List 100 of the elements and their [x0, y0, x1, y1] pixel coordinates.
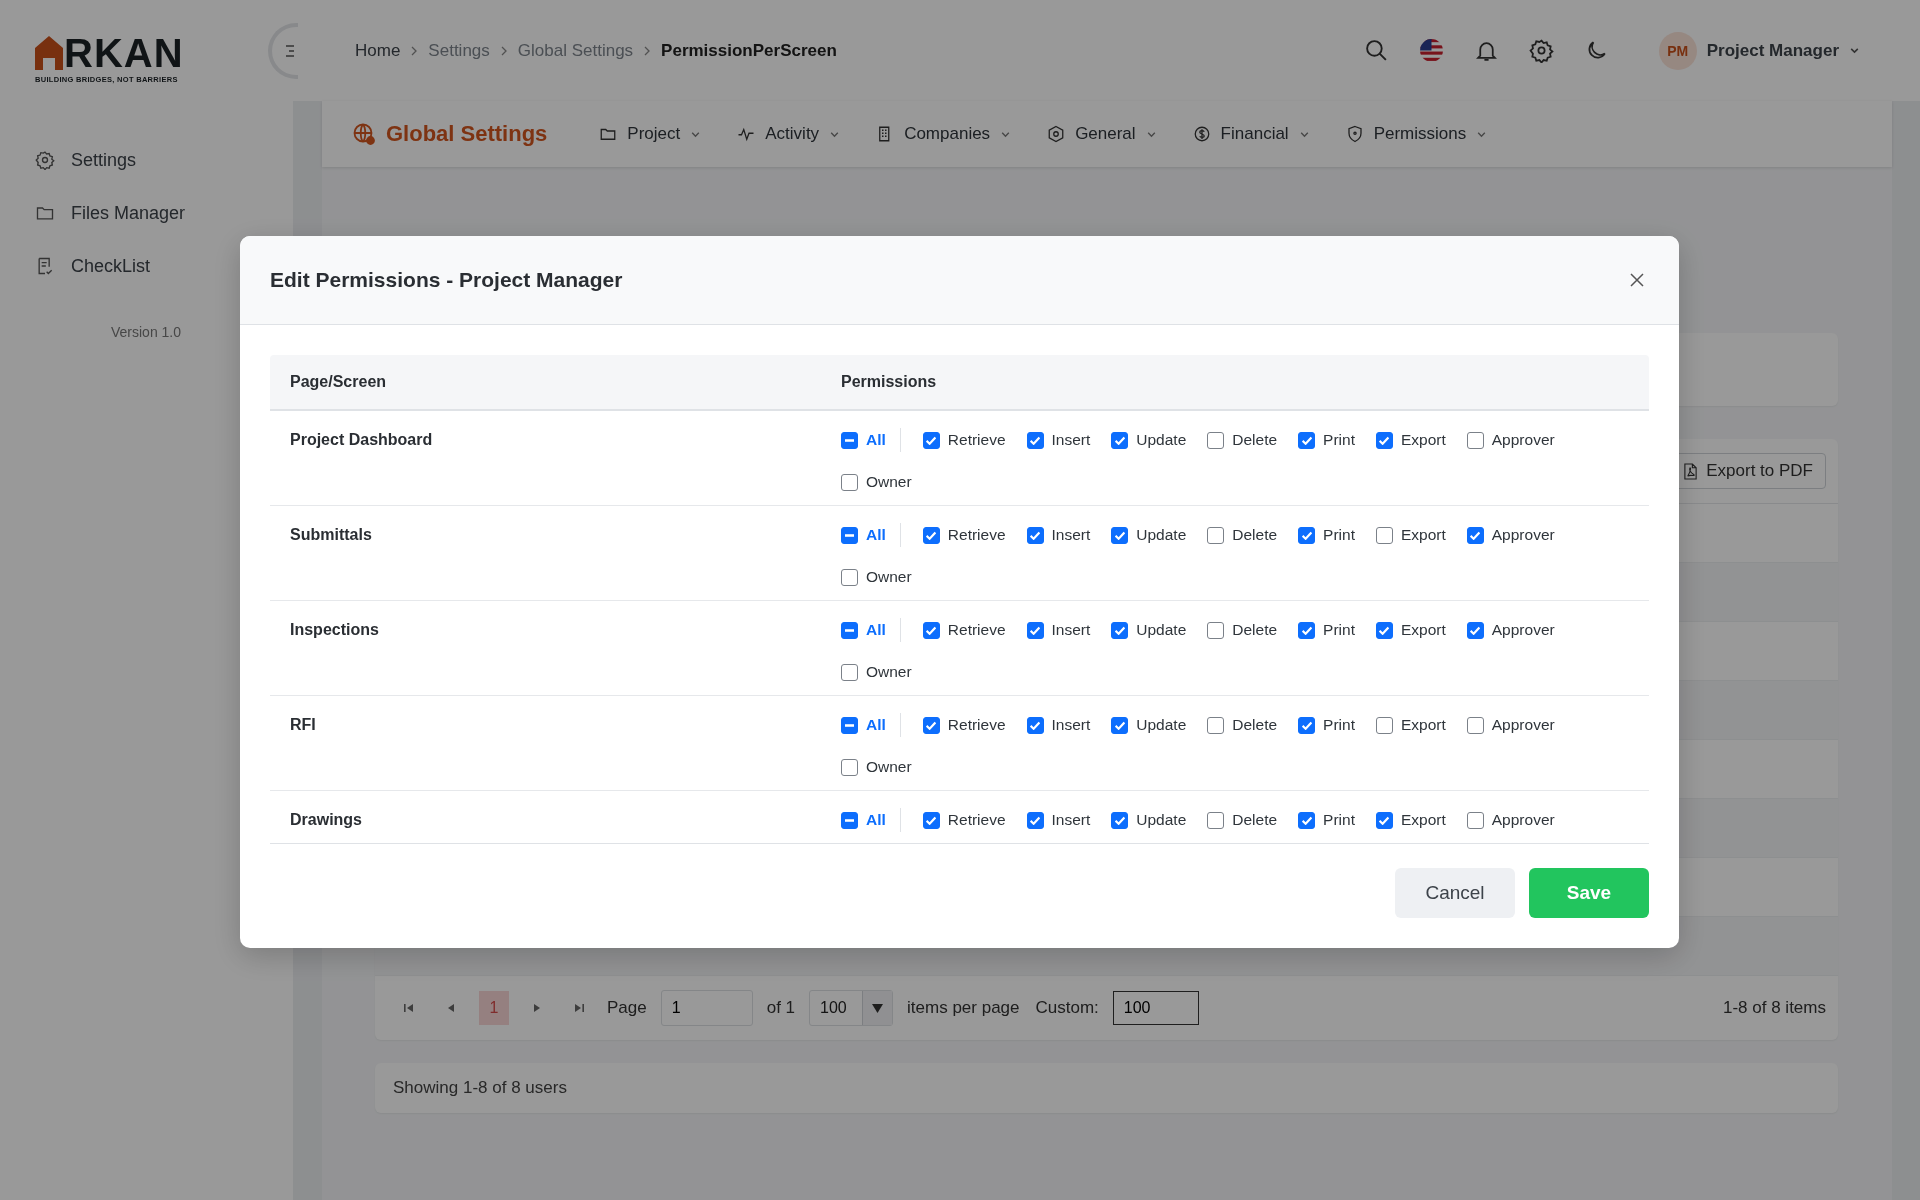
- permission-checkbox[interactable]: Retrieve: [922, 711, 1006, 739]
- checkbox[interactable]: [1466, 811, 1484, 829]
- checkbox[interactable]: [1111, 526, 1129, 544]
- permission-checkbox[interactable]: Retrieve: [922, 521, 1006, 549]
- nav-menu[interactable]: Companies: [876, 124, 1012, 144]
- permission-checkbox[interactable]: Approver: [1466, 806, 1555, 834]
- permission-checkbox[interactable]: Owner: [841, 468, 912, 496]
- permission-checkbox[interactable]: Export: [1375, 616, 1446, 644]
- checkbox[interactable]: [1207, 621, 1225, 639]
- checkbox[interactable]: [1026, 526, 1044, 544]
- permission-checkbox[interactable]: Export: [1375, 711, 1446, 739]
- checkbox[interactable]: [841, 663, 858, 681]
- permission-checkbox[interactable]: Insert: [1026, 711, 1091, 739]
- checkbox[interactable]: [1026, 621, 1044, 639]
- checkbox[interactable]: [1298, 811, 1316, 829]
- permission-checkbox[interactable]: Export: [1375, 521, 1446, 549]
- checkbox[interactable]: [1111, 431, 1129, 449]
- checkbox[interactable]: [1298, 621, 1316, 639]
- select-all-checkbox[interactable]: All: [841, 616, 886, 644]
- checkbox[interactable]: [1207, 526, 1225, 544]
- permission-checkbox[interactable]: Approver: [1466, 426, 1555, 454]
- nav-menu[interactable]: Project: [599, 124, 702, 144]
- checkbox[interactable]: [1298, 526, 1316, 544]
- breadcrumb-link[interactable]: Home: [355, 40, 401, 61]
- checkbox[interactable]: [1466, 526, 1484, 544]
- checkbox[interactable]: [1026, 811, 1044, 829]
- checkbox[interactable]: [1375, 811, 1393, 829]
- permission-checkbox[interactable]: Print: [1298, 616, 1355, 644]
- permission-checkbox[interactable]: Delete: [1207, 521, 1278, 549]
- gear-icon[interactable]: [1528, 38, 1554, 63]
- select-all-checkbox[interactable]: All: [841, 711, 886, 739]
- checkbox[interactable]: [1207, 716, 1225, 734]
- permission-checkbox[interactable]: Owner: [841, 658, 912, 686]
- checkbox[interactable]: [1026, 431, 1044, 449]
- permission-checkbox[interactable]: Delete: [1207, 426, 1278, 454]
- checkbox[interactable]: [841, 431, 858, 449]
- permission-checkbox[interactable]: Approver: [1466, 521, 1555, 549]
- checkbox[interactable]: [1375, 716, 1393, 734]
- select-all-checkbox[interactable]: All: [841, 521, 886, 549]
- permission-checkbox[interactable]: Update: [1111, 521, 1187, 549]
- cancel-button[interactable]: Cancel: [1395, 868, 1515, 918]
- checkbox[interactable]: [1375, 526, 1393, 544]
- permission-checkbox[interactable]: Update: [1111, 616, 1187, 644]
- breadcrumb-current[interactable]: PermissionPerScreen: [661, 40, 837, 61]
- custom-size-input[interactable]: 100: [1112, 991, 1199, 1025]
- permission-checkbox[interactable]: Insert: [1026, 616, 1091, 644]
- nav-menu[interactable]: Permissions: [1345, 124, 1488, 144]
- page-input[interactable]: 1: [660, 990, 753, 1026]
- permission-checkbox[interactable]: Print: [1298, 521, 1355, 549]
- checkbox[interactable]: [1111, 621, 1129, 639]
- checkbox[interactable]: [1466, 621, 1484, 639]
- checkbox[interactable]: [922, 526, 940, 544]
- permission-checkbox[interactable]: Insert: [1026, 806, 1091, 834]
- checkbox[interactable]: [1207, 431, 1225, 449]
- checkbox[interactable]: [1375, 621, 1393, 639]
- checkbox[interactable]: [1466, 431, 1484, 449]
- checkbox[interactable]: [841, 811, 858, 829]
- user-menu[interactable]: PM Project Manager: [1658, 31, 1860, 70]
- nav-menu[interactable]: General: [1047, 124, 1157, 144]
- permission-checkbox[interactable]: Delete: [1207, 806, 1278, 834]
- first-page-icon[interactable]: [403, 1002, 415, 1014]
- permission-checkbox[interactable]: Insert: [1026, 521, 1091, 549]
- permission-checkbox[interactable]: Retrieve: [922, 426, 1006, 454]
- permission-checkbox[interactable]: Retrieve: [922, 616, 1006, 644]
- checkbox[interactable]: [922, 621, 940, 639]
- checkbox[interactable]: [841, 758, 858, 776]
- checkbox[interactable]: [1207, 811, 1225, 829]
- checkbox[interactable]: [922, 431, 940, 449]
- permission-checkbox[interactable]: Owner: [841, 563, 912, 591]
- checkbox[interactable]: [922, 716, 940, 734]
- permission-checkbox[interactable]: Insert: [1026, 426, 1091, 454]
- checkbox[interactable]: [841, 526, 858, 544]
- checkbox[interactable]: [1111, 716, 1129, 734]
- checkbox[interactable]: [922, 811, 940, 829]
- permission-checkbox[interactable]: Delete: [1207, 616, 1278, 644]
- nav-menu[interactable]: Activity: [737, 124, 841, 144]
- checkbox[interactable]: [1026, 716, 1044, 734]
- permission-checkbox[interactable]: Update: [1111, 426, 1187, 454]
- checkbox[interactable]: [1375, 431, 1393, 449]
- checkbox[interactable]: [841, 716, 858, 734]
- checkbox[interactable]: [841, 621, 858, 639]
- permission-checkbox[interactable]: Approver: [1466, 711, 1555, 739]
- permission-checkbox[interactable]: Delete: [1207, 711, 1278, 739]
- permission-checkbox[interactable]: Update: [1111, 806, 1187, 834]
- checkbox[interactable]: [1298, 431, 1316, 449]
- permission-checkbox[interactable]: Update: [1111, 711, 1187, 739]
- sidebar-item[interactable]: Settings: [35, 142, 293, 178]
- select-all-checkbox[interactable]: All: [841, 806, 886, 834]
- checkbox[interactable]: [841, 473, 858, 491]
- permission-checkbox[interactable]: Retrieve: [922, 806, 1006, 834]
- permission-checkbox[interactable]: Print: [1298, 711, 1355, 739]
- nav-menu[interactable]: Financial: [1192, 124, 1310, 144]
- checkbox[interactable]: [1298, 716, 1316, 734]
- permission-checkbox[interactable]: Export: [1375, 806, 1446, 834]
- permission-checkbox[interactable]: Owner: [841, 753, 912, 781]
- checkbox[interactable]: [1466, 716, 1484, 734]
- sidebar-item[interactable]: Files Manager: [35, 195, 293, 231]
- checkbox[interactable]: [841, 568, 858, 586]
- flag-icon[interactable]: [1418, 38, 1444, 63]
- last-page-icon[interactable]: [573, 1002, 585, 1014]
